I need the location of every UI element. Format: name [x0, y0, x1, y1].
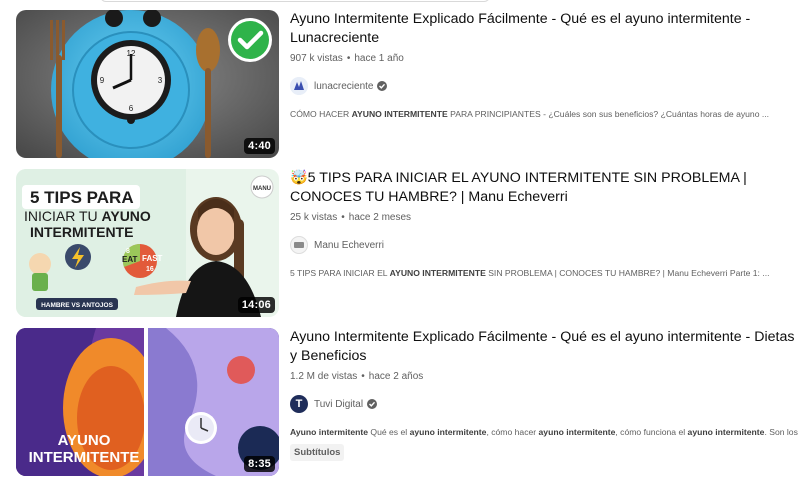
channel-name[interactable]: lunacreciente	[314, 81, 373, 92]
svg-text:3: 3	[158, 76, 163, 85]
upload-age: hace 2 años	[368, 371, 424, 382]
video-title[interactable]: 🤯5 TIPS PARA INICIAR EL AYUNO INTERMITEN…	[290, 169, 800, 207]
video-thumbnail[interactable]: 12 3 6 9 4:40	[16, 10, 279, 158]
verified-badge-icon	[367, 399, 378, 409]
svg-text:12: 12	[127, 49, 136, 58]
video-meta: 1.2 M de vistas • hace 2 años	[290, 371, 800, 382]
avatar[interactable]	[290, 236, 308, 254]
svg-text:INICIAR TU AYUNO: INICIAR TU AYUNO	[24, 208, 151, 224]
avatar[interactable]	[290, 77, 308, 95]
video-description: 5 TIPS PARA INICIAR EL AYUNO INTERMITENT…	[290, 268, 770, 278]
channel-row[interactable]: lunacreciente	[290, 77, 800, 95]
title-emoji: 🤯	[290, 170, 308, 186]
video-meta: 907 k vistas • hace 1 año	[290, 53, 800, 64]
channel-name[interactable]: Tuvi Digital	[314, 399, 363, 410]
thumb-text-line3: INTERMITENTE	[30, 224, 133, 240]
thumb-tag: HAMBRE VS ANTOJOS	[41, 302, 114, 309]
video-info: Ayuno Intermitente Explicado Fácilmente …	[290, 328, 800, 461]
thumb-text-line2a: INICIAR TU	[24, 208, 102, 224]
video-info: Ayuno Intermitente Explicado Fácilmente …	[290, 10, 800, 120]
eat-label: EAT	[122, 255, 138, 264]
channel-row[interactable]: T Tuvi Digital	[290, 395, 800, 413]
subtitles-chip: Subtítulos	[290, 444, 345, 461]
video-title[interactable]: Ayuno Intermitente Explicado Fácilmente …	[290, 328, 800, 366]
video-thumbnail[interactable]: AYUNO INTERMITENTE 8:35	[16, 328, 279, 476]
channel-name[interactable]: Manu Echeverri	[314, 240, 384, 251]
view-count: 907 k vistas	[290, 53, 343, 64]
meta-separator: •	[346, 53, 351, 64]
duration-badge: 8:35	[244, 456, 275, 472]
video-result[interactable]: 12 3 6 9 4:40 Ayuno Intermitente Explica…	[16, 10, 800, 158]
duration-badge: 14:06	[237, 297, 275, 313]
thumb-text-line1: 5 TIPS PARA	[30, 188, 134, 207]
video-info: 🤯 5 TIPS PARA INICIAR EL AYUNO INTERMITEN…	[290, 169, 800, 279]
video-meta: 25 k vistas • hace 2 meses	[290, 212, 800, 223]
manu-logo-text: MANU	[253, 186, 271, 192]
thumbnail-image: 12 3 6 9	[16, 10, 279, 158]
channel-logo-icon	[290, 77, 308, 95]
thumb-text-line2: INTERMITENTE	[29, 449, 140, 466]
video-description: Ayuno intermitente Qué es el ayuno inter…	[290, 427, 800, 437]
video-description: CÓMO HACER AYUNO INTERMITENTE PARA PRINC…	[290, 109, 770, 119]
upload-age: hace 1 año	[354, 53, 404, 64]
video-title[interactable]: Ayuno Intermitente Explicado Fácilmente …	[290, 10, 800, 48]
view-count: 1.2 M de vistas	[290, 371, 358, 382]
meta-separator: •	[361, 371, 365, 382]
avatar[interactable]: T	[290, 395, 308, 413]
verified-badge-icon	[377, 81, 388, 91]
svg-text:9: 9	[100, 76, 105, 85]
channel-row[interactable]: Manu Echeverri	[290, 236, 800, 254]
sixteen-label: 16	[146, 266, 154, 273]
search-bar-edge	[100, 0, 490, 2]
video-thumbnail[interactable]: MANU 5 TIPS PARA INICIAR TU AYUNO INTERM…	[16, 169, 279, 317]
video-result[interactable]: AYUNO INTERMITENTE 8:35 Ayuno Intermiten…	[16, 328, 800, 476]
meta-separator: •	[341, 212, 345, 223]
svg-text:6: 6	[129, 104, 134, 113]
fast-label: FAST	[142, 254, 163, 263]
view-count: 25 k vistas	[290, 212, 338, 223]
video-result[interactable]: MANU 5 TIPS PARA INICIAR TU AYUNO INTERM…	[16, 169, 800, 317]
channel-logo-icon	[294, 242, 304, 248]
upload-age: hace 2 meses	[348, 212, 412, 223]
duration-badge: 4:40	[244, 138, 275, 154]
thumb-text-line2b: AYUNO	[102, 208, 151, 224]
thumbnail-image: AYUNO INTERMITENTE	[16, 328, 279, 476]
eight-label: 8	[126, 248, 130, 255]
thumb-text-line1: AYUNO	[58, 432, 111, 449]
thumbnail-image: MANU 5 TIPS PARA INICIAR TU AYUNO INTERM…	[16, 169, 279, 317]
